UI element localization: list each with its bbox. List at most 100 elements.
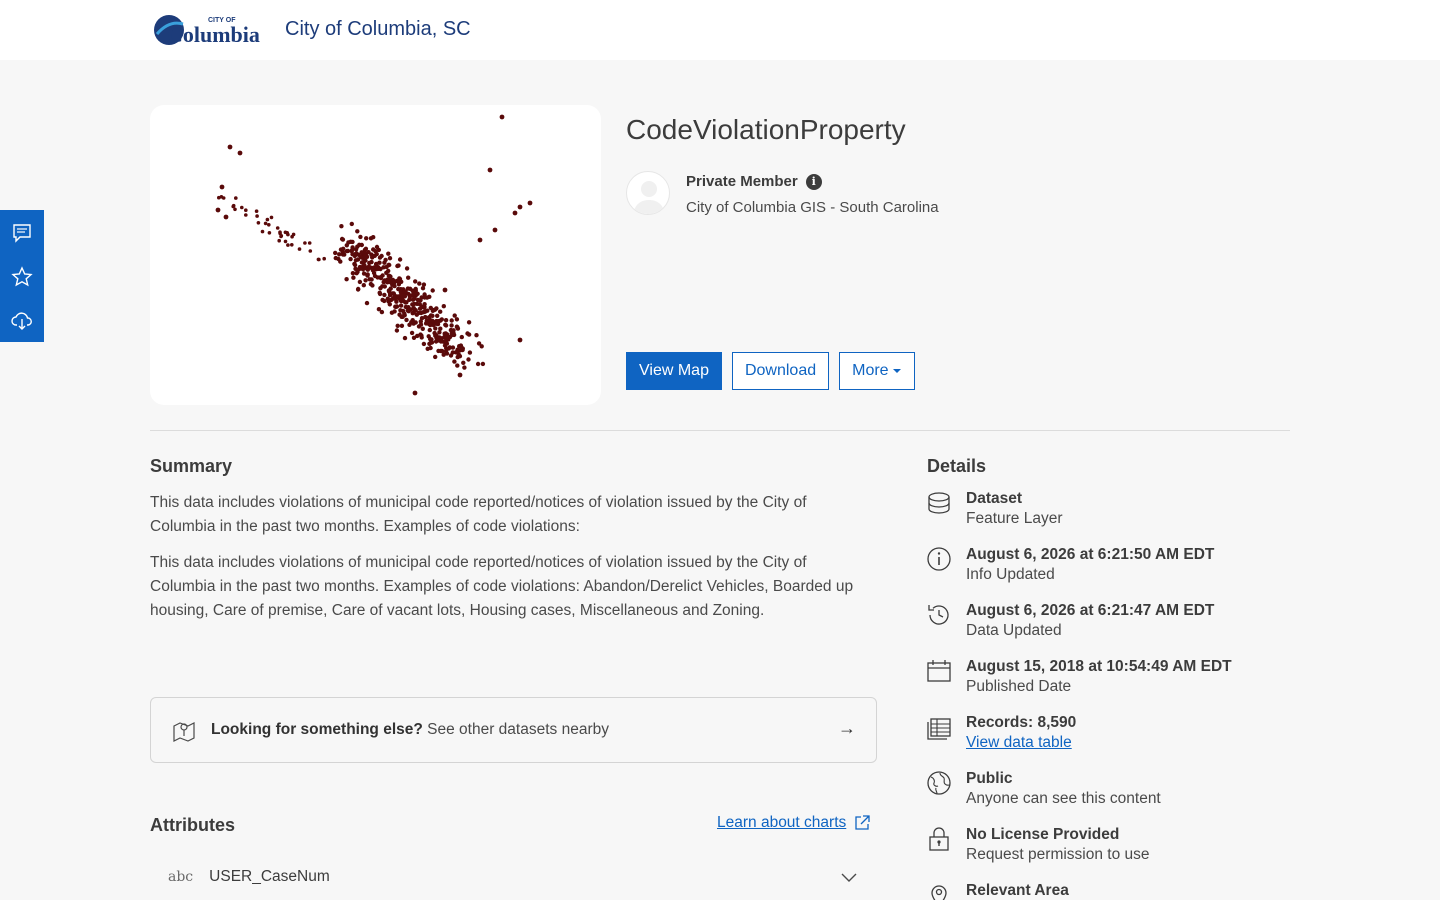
chevron-down-icon: [841, 873, 857, 882]
map-point: [260, 229, 265, 234]
map-point: [433, 326, 438, 331]
nearby-datasets-link[interactable]: Looking for something else? See other da…: [150, 697, 877, 763]
map-point: [466, 320, 472, 325]
map-point: [219, 184, 225, 190]
database-icon: [928, 492, 950, 514]
map-point: [475, 361, 481, 367]
map-point: [444, 341, 450, 346]
view-data-table-link[interactable]: View data table: [966, 734, 1072, 752]
map-point: [406, 275, 411, 280]
map-point: [449, 323, 454, 328]
summary-heading: Summary: [150, 456, 233, 476]
map-point: [371, 270, 377, 276]
map-point: [397, 276, 402, 281]
map-point: [430, 288, 435, 293]
map-point: [275, 226, 280, 230]
view-map-button[interactable]: View Map: [626, 352, 722, 390]
map-point: [455, 326, 461, 331]
map-point: [467, 350, 473, 355]
map-point: [365, 273, 370, 278]
map-point: [382, 292, 387, 298]
map-point: [448, 353, 454, 358]
info-icon[interactable]: i: [805, 173, 822, 190]
map-point: [430, 318, 435, 323]
map-point: [386, 251, 391, 256]
map-point: [477, 237, 483, 243]
map-point: [308, 249, 313, 253]
info-icon: [927, 547, 951, 571]
map-point: [426, 334, 431, 339]
map-point: [286, 243, 290, 247]
map-point: [439, 317, 444, 322]
string-type-icon: abc: [168, 869, 194, 885]
favorite-button[interactable]: [10, 264, 34, 290]
map-point: [375, 275, 380, 280]
pin-icon: [931, 885, 947, 900]
caret-down-icon: [892, 369, 901, 373]
map-point: [380, 297, 385, 303]
map-point: [227, 144, 233, 150]
detail-records: Records: 8,590 View data table: [926, 714, 1286, 764]
top-bar: CITY OF Columbia City of Columbia, SC: [0, 0, 1440, 60]
map-point: [244, 213, 248, 217]
map-point: [412, 390, 418, 396]
map-point: [353, 247, 359, 252]
map-point: [355, 257, 361, 262]
map-point: [404, 317, 409, 323]
side-rail: [0, 210, 44, 342]
map-point: [352, 261, 357, 267]
city-logo[interactable]: CITY OF Columbia: [153, 12, 267, 48]
map-point: [421, 341, 427, 347]
map-point: [381, 265, 386, 270]
map-point: [358, 234, 363, 240]
map-point: [217, 195, 221, 200]
map-point: [357, 264, 363, 270]
map-point: [233, 207, 237, 212]
star-icon: [11, 266, 33, 287]
detail-data-updated: August 6, 2026 at 6:21:47 AM EDT Data Up…: [926, 602, 1286, 652]
map-point: [364, 300, 370, 306]
map-point: [447, 345, 452, 350]
lock-icon: [929, 827, 949, 851]
map-point: [256, 221, 261, 225]
map-point: [348, 256, 353, 262]
download-cloud-button[interactable]: [10, 308, 34, 334]
map-point: [337, 252, 342, 257]
map-point: [399, 323, 405, 328]
download-button[interactable]: Download: [731, 352, 830, 390]
map-point: [435, 313, 440, 318]
map-point: [386, 268, 391, 274]
owner-name[interactable]: Private Member i: [686, 173, 822, 190]
map-point: [427, 294, 432, 299]
learn-about-charts-link[interactable]: Learn about charts: [717, 814, 870, 832]
point-map-thumbnail: [215, 114, 533, 396]
map-point: [353, 266, 358, 271]
map-point: [527, 200, 533, 206]
map-point: [452, 313, 457, 318]
map-point: [290, 243, 294, 247]
attribute-row[interactable]: abc USER_CaseNum: [150, 860, 877, 894]
map-point: [339, 224, 344, 229]
detail-subtitle: Data Updated: [966, 622, 1062, 639]
learn-label: Learn about charts: [717, 814, 847, 831]
map-point: [377, 291, 383, 297]
comment-button[interactable]: [10, 220, 34, 246]
map-point: [404, 266, 410, 271]
cloud-download-icon: [11, 312, 32, 330]
map-point: [457, 372, 463, 378]
map-point: [411, 321, 416, 326]
map-point: [283, 230, 288, 235]
map-point: [416, 310, 421, 316]
map-point: [396, 286, 401, 292]
site-title[interactable]: City of Columbia, SC: [285, 18, 471, 41]
detail-dataset: Dataset Feature Layer: [926, 490, 1286, 540]
action-buttons: View Map Download More: [626, 352, 915, 390]
detail-subtitle: Anyone can see this content: [966, 790, 1161, 807]
map-point: [412, 301, 417, 307]
map-point: [420, 326, 425, 331]
map-point: [290, 234, 294, 239]
map-point: [398, 303, 404, 308]
map-point: [403, 300, 408, 305]
more-button[interactable]: More: [839, 352, 915, 390]
arrow-right-icon: →: [838, 718, 856, 738]
